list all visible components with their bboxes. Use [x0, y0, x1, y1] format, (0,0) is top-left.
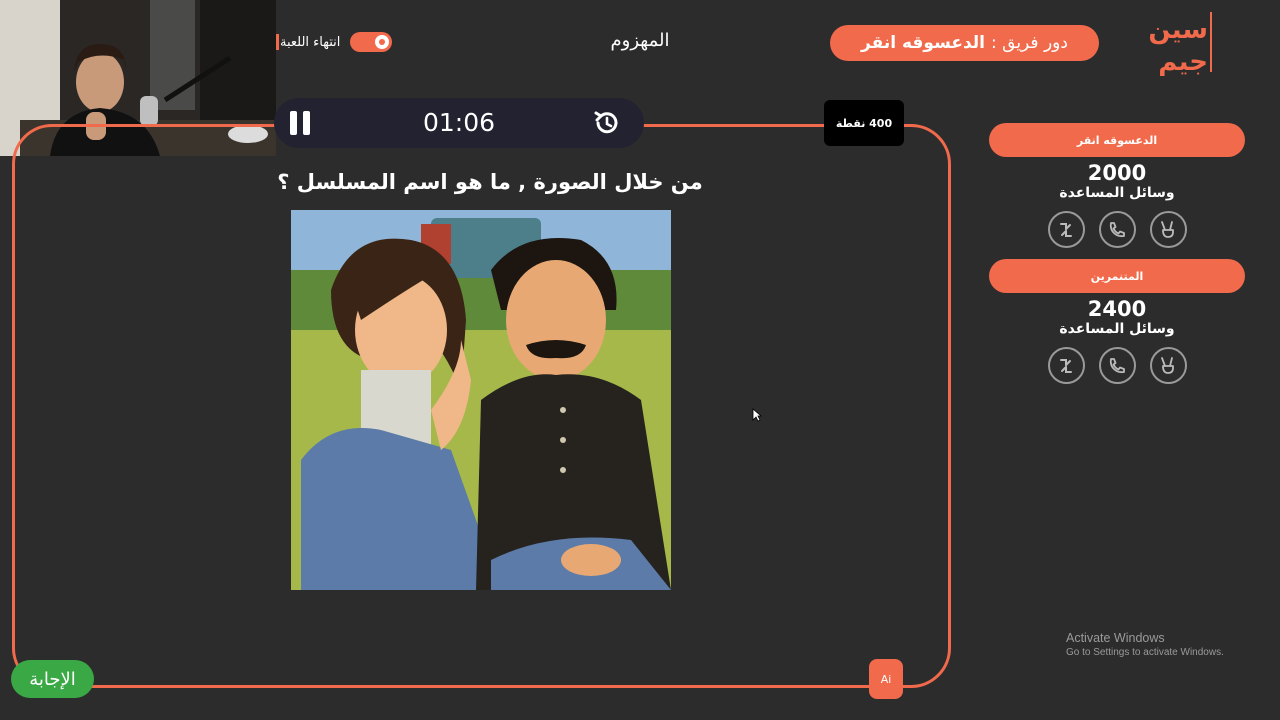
toggle-knob [375, 35, 390, 49]
two-answers-icon[interactable] [1047, 347, 1085, 384]
team-score: 2000 [1087, 161, 1147, 185]
end-game-toggle[interactable] [350, 32, 393, 52]
victory-hand-icon[interactable] [1149, 211, 1187, 248]
aids-row [989, 211, 1245, 248]
points-badge: 400 نقطة [824, 100, 904, 146]
question-text: من خلال الصورة , ما هو اسم المسلسل ؟ [277, 170, 703, 194]
turn-team-name: الدعسوقه انقر [861, 33, 986, 53]
app-logo: سين جيم [1148, 8, 1214, 77]
team-card-1: الدعسوقه انقر 2000 وسائل المساعدة [989, 123, 1245, 248]
ai-button[interactable]: Ai [869, 659, 903, 699]
current-turn-banner: دور فريق : الدعسوقه انقر [830, 25, 1099, 61]
pause-icon[interactable] [290, 111, 312, 135]
answer-button[interactable]: الإجابة [11, 660, 94, 698]
mouse-cursor-icon [752, 408, 762, 422]
team-name: المتنمرين [989, 259, 1245, 293]
loser-title: المهزوم [610, 30, 670, 51]
watermark-line-2: Go to Settings to activate Windows. [1066, 647, 1224, 658]
couple-illustration [291, 210, 671, 590]
victory-hand-icon[interactable] [1149, 347, 1187, 384]
watermark-line-1: Activate Windows [1066, 631, 1165, 645]
timer-bar: 01:06 [274, 98, 644, 148]
question-illustration [291, 210, 671, 590]
timer-display: 01:06 [422, 108, 496, 137]
history-icon[interactable] [592, 108, 622, 138]
aids-label: وسائل المساعدة [1059, 321, 1175, 337]
svg-text:جيم: جيم [1158, 47, 1208, 76]
team-name: الدعسوقه انقر [989, 123, 1245, 157]
windows-activation-watermark: Activate Windows Go to Settings to activ… [1066, 631, 1224, 658]
aids-label: وسائل المساعدة [1059, 185, 1175, 201]
call-friend-icon[interactable] [1098, 211, 1136, 248]
end-game-control[interactable]: انتهاء اللعبة [280, 32, 393, 52]
team-score: 2400 [1087, 297, 1147, 321]
call-friend-icon[interactable] [1098, 347, 1136, 384]
aids-row [989, 347, 1245, 384]
turn-prefix: دور فريق : [991, 33, 1068, 53]
svg-text:سين: سين [1148, 15, 1208, 45]
two-answers-icon[interactable] [1047, 211, 1085, 248]
end-game-label: انتهاء اللعبة [280, 34, 341, 50]
team-card-2: المتنمرين 2400 وسائل المساعدة [989, 259, 1245, 384]
